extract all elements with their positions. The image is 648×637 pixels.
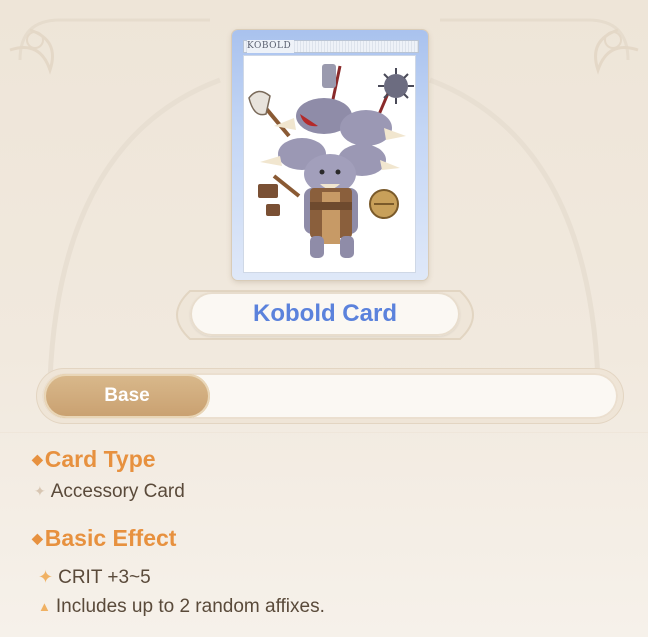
star-icon: ✦ [38,567,54,587]
effect-item-text: Includes up to 2 random affixes. [55,596,325,617]
card-name-strip-label: KOBOLD [247,40,295,53]
divider [0,432,648,433]
basic-effect-heading-text: Basic Effect [44,525,177,551]
tab-base[interactable]: Base [44,374,210,418]
effect-item-text: CRIT +3~5 [58,567,151,588]
sparkle-icon: ✦ [34,483,46,499]
basic-effect-heading: ◆Basic Effect [32,525,176,552]
effect-item: ▲ Includes up to 2 random affixes. [38,596,325,618]
card-type-value-text: Accessory Card [50,481,185,502]
card-art [243,55,416,273]
triangle-icon: ▲ [38,599,51,614]
diamond-icon: ◆ [32,530,43,546]
card-title: Kobold Card [253,300,397,327]
diamond-icon: ◆ [32,451,43,467]
card-type-value: ✦ Accessory Card [34,481,185,503]
card-type-heading-text: Card Type [44,446,156,472]
kobold-monster-illustration-icon [248,64,414,258]
effect-item: ✦ CRIT +3~5 [38,567,151,589]
card-type-heading: ◆Card Type [32,446,156,473]
